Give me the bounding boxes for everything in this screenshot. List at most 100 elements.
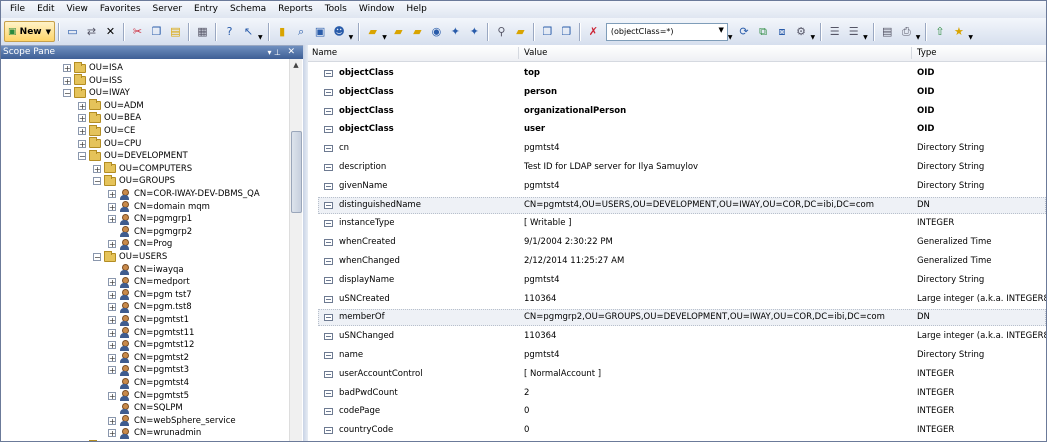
collapse-icon[interactable]: − [63, 89, 71, 98]
column-header-name[interactable]: Name [312, 45, 337, 61]
help-icon[interactable]: ? [222, 24, 237, 39]
menu-tools[interactable]: Tools [319, 1, 353, 18]
filter-combobox[interactable]: (objectClass=*) ▼ [605, 22, 728, 41]
table-row[interactable]: objectClass user OID [308, 120, 1046, 139]
report-icon[interactable]: ▤ [880, 24, 895, 39]
paste-icon[interactable]: ▤ [168, 24, 183, 39]
expand-icon[interactable]: + [108, 353, 116, 362]
collapse-icon[interactable]: − [93, 177, 101, 186]
menu-reports[interactable]: Reports [272, 1, 319, 18]
expand-icon[interactable]: + [108, 202, 116, 211]
settings-icon[interactable]: ✦ [467, 24, 482, 39]
search-icon[interactable]: ⌕ [294, 24, 309, 39]
expand-icon[interactable]: + [108, 290, 116, 299]
expand-icon[interactable]: + [108, 341, 116, 350]
table-row[interactable]: distinguishedName CN=pgmtst4,OU=USERS,OU=… [308, 196, 1046, 215]
binoculars-icon[interactable]: ⚲ [494, 24, 509, 39]
toolbar-overflow-icon[interactable]: ▼ [728, 34, 733, 41]
table-row[interactable]: uSNChanged 110364 Large integer (a.k.a. IN… [308, 327, 1046, 346]
pin-icon[interactable]: ▾ ⊥ [267, 46, 281, 59]
scroll-thumb[interactable] [291, 131, 302, 213]
table-row[interactable]: name pgmtst4 Directory String [308, 346, 1046, 365]
expand-icon[interactable]: + [108, 391, 116, 400]
context-help-icon[interactable]: ↖ [241, 24, 256, 39]
expand-icon[interactable]: + [108, 303, 116, 312]
cut-icon[interactable]: ✂ [130, 24, 145, 39]
chevron-down-icon[interactable]: ▼ [46, 28, 51, 36]
menu-edit[interactable]: Edit [31, 1, 60, 18]
compare-icon[interactable]: ▣ [313, 24, 328, 39]
expand-icon[interactable]: + [78, 139, 86, 148]
table-row[interactable]: whenChanged 2/12/2014 11:25:27 AM Generali… [308, 252, 1046, 271]
table-row[interactable]: objectClass organizationalPerson OID [308, 102, 1046, 121]
detail-view-icon[interactable]: ☰ [846, 24, 861, 39]
expand-icon[interactable]: + [93, 164, 101, 173]
column-header-type[interactable]: Type [917, 45, 937, 61]
menu-file[interactable]: File [1, 1, 31, 18]
gear-icon[interactable]: ⚙ [794, 24, 809, 39]
expand-icon[interactable]: + [78, 101, 86, 110]
column-divider[interactable] [518, 47, 519, 59]
expand-icon[interactable]: + [63, 76, 71, 85]
toolbar-overflow-icon[interactable]: ▼ [863, 34, 868, 41]
expand-icon[interactable]: + [78, 127, 86, 136]
folder-dropdown-icon[interactable]: ▼ [382, 34, 387, 41]
copy-icon[interactable]: ❐ [149, 24, 164, 39]
sync-icon[interactable]: ◉ [429, 24, 444, 39]
network-icon[interactable]: ⧉ [756, 24, 771, 39]
table-row[interactable]: givenName pgmtst4 Directory String [308, 177, 1046, 196]
table-row[interactable]: memberOf CN=pgmgrp2,OU=GROUPS,OU=DEVELOPM… [308, 308, 1046, 327]
expand-icon[interactable]: + [108, 190, 116, 199]
toolbar-overflow-icon[interactable]: ▼ [811, 34, 816, 41]
favorites-icon[interactable]: ★ [951, 24, 966, 39]
new-button[interactable]: ▣ New ▼ [4, 21, 55, 42]
toolbar-overflow-icon[interactable]: ▼ [349, 34, 354, 41]
refresh-icon[interactable]: ⟳ [737, 24, 752, 39]
delete-icon[interactable]: ✕ [103, 24, 118, 39]
column-header-value[interactable]: Value [524, 45, 547, 61]
table-row[interactable]: objectClass person OID [308, 83, 1046, 102]
user-icon[interactable]: ☻ [332, 24, 347, 39]
menu-window[interactable]: Window [353, 1, 401, 18]
expand-icon[interactable]: + [108, 328, 116, 337]
table-row[interactable]: objectClass top OID [308, 64, 1046, 83]
list-view-icon[interactable]: ☰ [827, 24, 842, 39]
clear-filter-icon[interactable]: ✗ [586, 24, 601, 39]
server-icon[interactable]: ⧈ [775, 24, 790, 39]
menu-view[interactable]: View [61, 1, 94, 18]
toolbar-overflow-icon[interactable]: ▼ [258, 34, 263, 41]
column-divider[interactable] [911, 47, 912, 59]
tile-icon[interactable]: ❐ [559, 24, 574, 39]
menu-schema[interactable]: Schema [224, 1, 272, 18]
properties-icon[interactable]: ▦ [195, 24, 210, 39]
expand-icon[interactable]: + [108, 278, 116, 287]
table-row[interactable]: countryCode 0 INTEGER [308, 421, 1046, 440]
chevron-down-icon[interactable]: ▼ [718, 26, 723, 34]
expand-icon[interactable]: + [108, 316, 116, 325]
disconnect-icon[interactable]: ⇄ [84, 24, 99, 39]
table-row[interactable]: whenCreated 9/1/2004 2:30:22 PM Generalize… [308, 233, 1046, 252]
expand-icon[interactable]: + [78, 114, 86, 123]
menu-entry[interactable]: Entry [188, 1, 224, 18]
open-folder-icon[interactable]: ▰ [365, 24, 380, 39]
table-row[interactable]: cn pgmtst4 Directory String [308, 139, 1046, 158]
export-icon[interactable]: ▰ [391, 24, 406, 39]
menu-server[interactable]: Server [147, 1, 189, 18]
table-row[interactable]: userAccountControl [ NormalAccount ] INTEG… [308, 365, 1046, 384]
window-icon[interactable]: ❐ [540, 24, 555, 39]
import-icon[interactable]: ▰ [410, 24, 425, 39]
expand-icon[interactable]: + [108, 215, 116, 224]
toolbar-overflow-icon[interactable]: ▼ [916, 34, 921, 41]
close-icon[interactable]: ✕ [287, 46, 295, 59]
bookmark-icon[interactable]: ▰ [513, 24, 528, 39]
collapse-icon[interactable]: − [93, 253, 101, 262]
table-row[interactable]: description Test ID for LDAP server for I… [308, 158, 1046, 177]
connect-icon[interactable]: ▭ [65, 24, 80, 39]
expand-icon[interactable]: + [108, 366, 116, 375]
table-row[interactable]: displayName pgmtst4 Directory String [308, 271, 1046, 290]
schema-icon[interactable]: ▮ [275, 24, 290, 39]
expand-icon[interactable]: + [108, 416, 116, 425]
toolbar-overflow-icon[interactable]: ▼ [968, 34, 973, 41]
collapse-icon[interactable]: − [78, 152, 86, 161]
tree-item[interactable]: +OU=DBMS [78, 439, 149, 441]
